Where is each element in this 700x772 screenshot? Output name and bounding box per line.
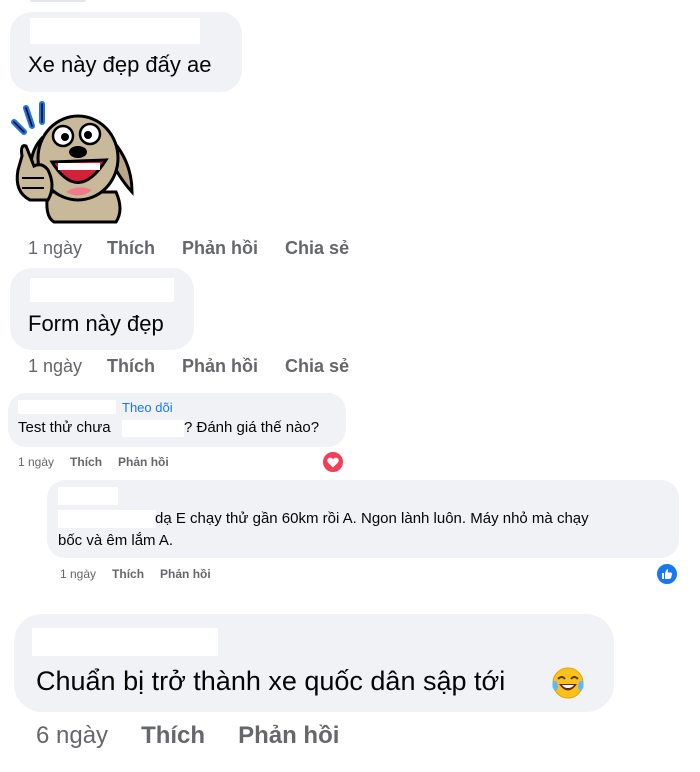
comment-actions: 6 ngày Thích Phản hồi — [36, 722, 339, 750]
redacted-mention — [122, 420, 184, 437]
comment-actions: 1 ngày Thích Phản hồi — [18, 455, 169, 469]
like-button[interactable]: Thích — [141, 722, 205, 750]
reply-actions: 1 ngày Thích Phản hồi — [60, 567, 211, 581]
like-button[interactable]: Thích — [107, 356, 155, 377]
comment-time[interactable]: 6 ngày — [36, 722, 108, 750]
like-reaction-icon[interactable] — [656, 563, 678, 585]
redacted-author-name — [30, 18, 200, 44]
like-button[interactable]: Thích — [70, 455, 102, 469]
comment-time[interactable]: 1 ngày — [18, 455, 54, 469]
comment-text-end: ? Đánh giá thế nào? — [184, 419, 320, 436]
thumbs-up-dog-sticker — [8, 100, 136, 224]
comment-actions: 1 ngày Thích Phản hồi Chia sẻ — [28, 356, 349, 377]
comment-time[interactable]: 1 ngày — [28, 238, 82, 259]
redacted-author-name — [58, 510, 156, 528]
redacted-author-name — [30, 278, 174, 302]
reply-text-line2: bốc và êm lắm A. — [58, 532, 174, 549]
reply-button[interactable]: Phản hồi — [160, 567, 211, 581]
follow-link[interactable]: Theo dõi — [122, 400, 173, 415]
reply-button[interactable]: Phản hồi — [182, 356, 258, 377]
reply-button[interactable]: Phản hồi — [238, 722, 339, 750]
redacted-author-name — [32, 628, 218, 656]
like-button[interactable]: Thích — [107, 238, 155, 259]
comment-text-start: Test thử chưa — [18, 419, 111, 436]
love-reaction-icon[interactable] — [322, 451, 344, 473]
reply-button[interactable]: Phản hồi — [182, 238, 258, 259]
comment-actions: 1 ngày Thích Phản hồi Chia sẻ — [28, 238, 349, 259]
reply-time[interactable]: 1 ngày — [60, 567, 96, 581]
redacted-author-name — [18, 400, 116, 414]
comment-text: Xe này đẹp đấy ae — [28, 52, 212, 77]
reply-button[interactable]: Phản hồi — [118, 455, 169, 469]
redacted-author-name — [58, 487, 118, 505]
comment-time[interactable]: 1 ngày — [28, 356, 82, 377]
tears-of-joy-emoji — [550, 665, 586, 701]
share-button[interactable]: Chia sẻ — [285, 238, 349, 259]
comment-text: Form này đẹp — [28, 311, 164, 336]
like-button[interactable]: Thích — [112, 567, 144, 581]
cut-off-name-fragment — [30, 0, 86, 2]
share-button[interactable]: Chia sẻ — [285, 356, 349, 377]
reply-text-line1: dạ E chạy thử gần 60km rồi A. Ngon lành … — [155, 510, 589, 527]
comment-text: Chuẩn bị trở thành xe quốc dân sập tới — [36, 666, 506, 696]
